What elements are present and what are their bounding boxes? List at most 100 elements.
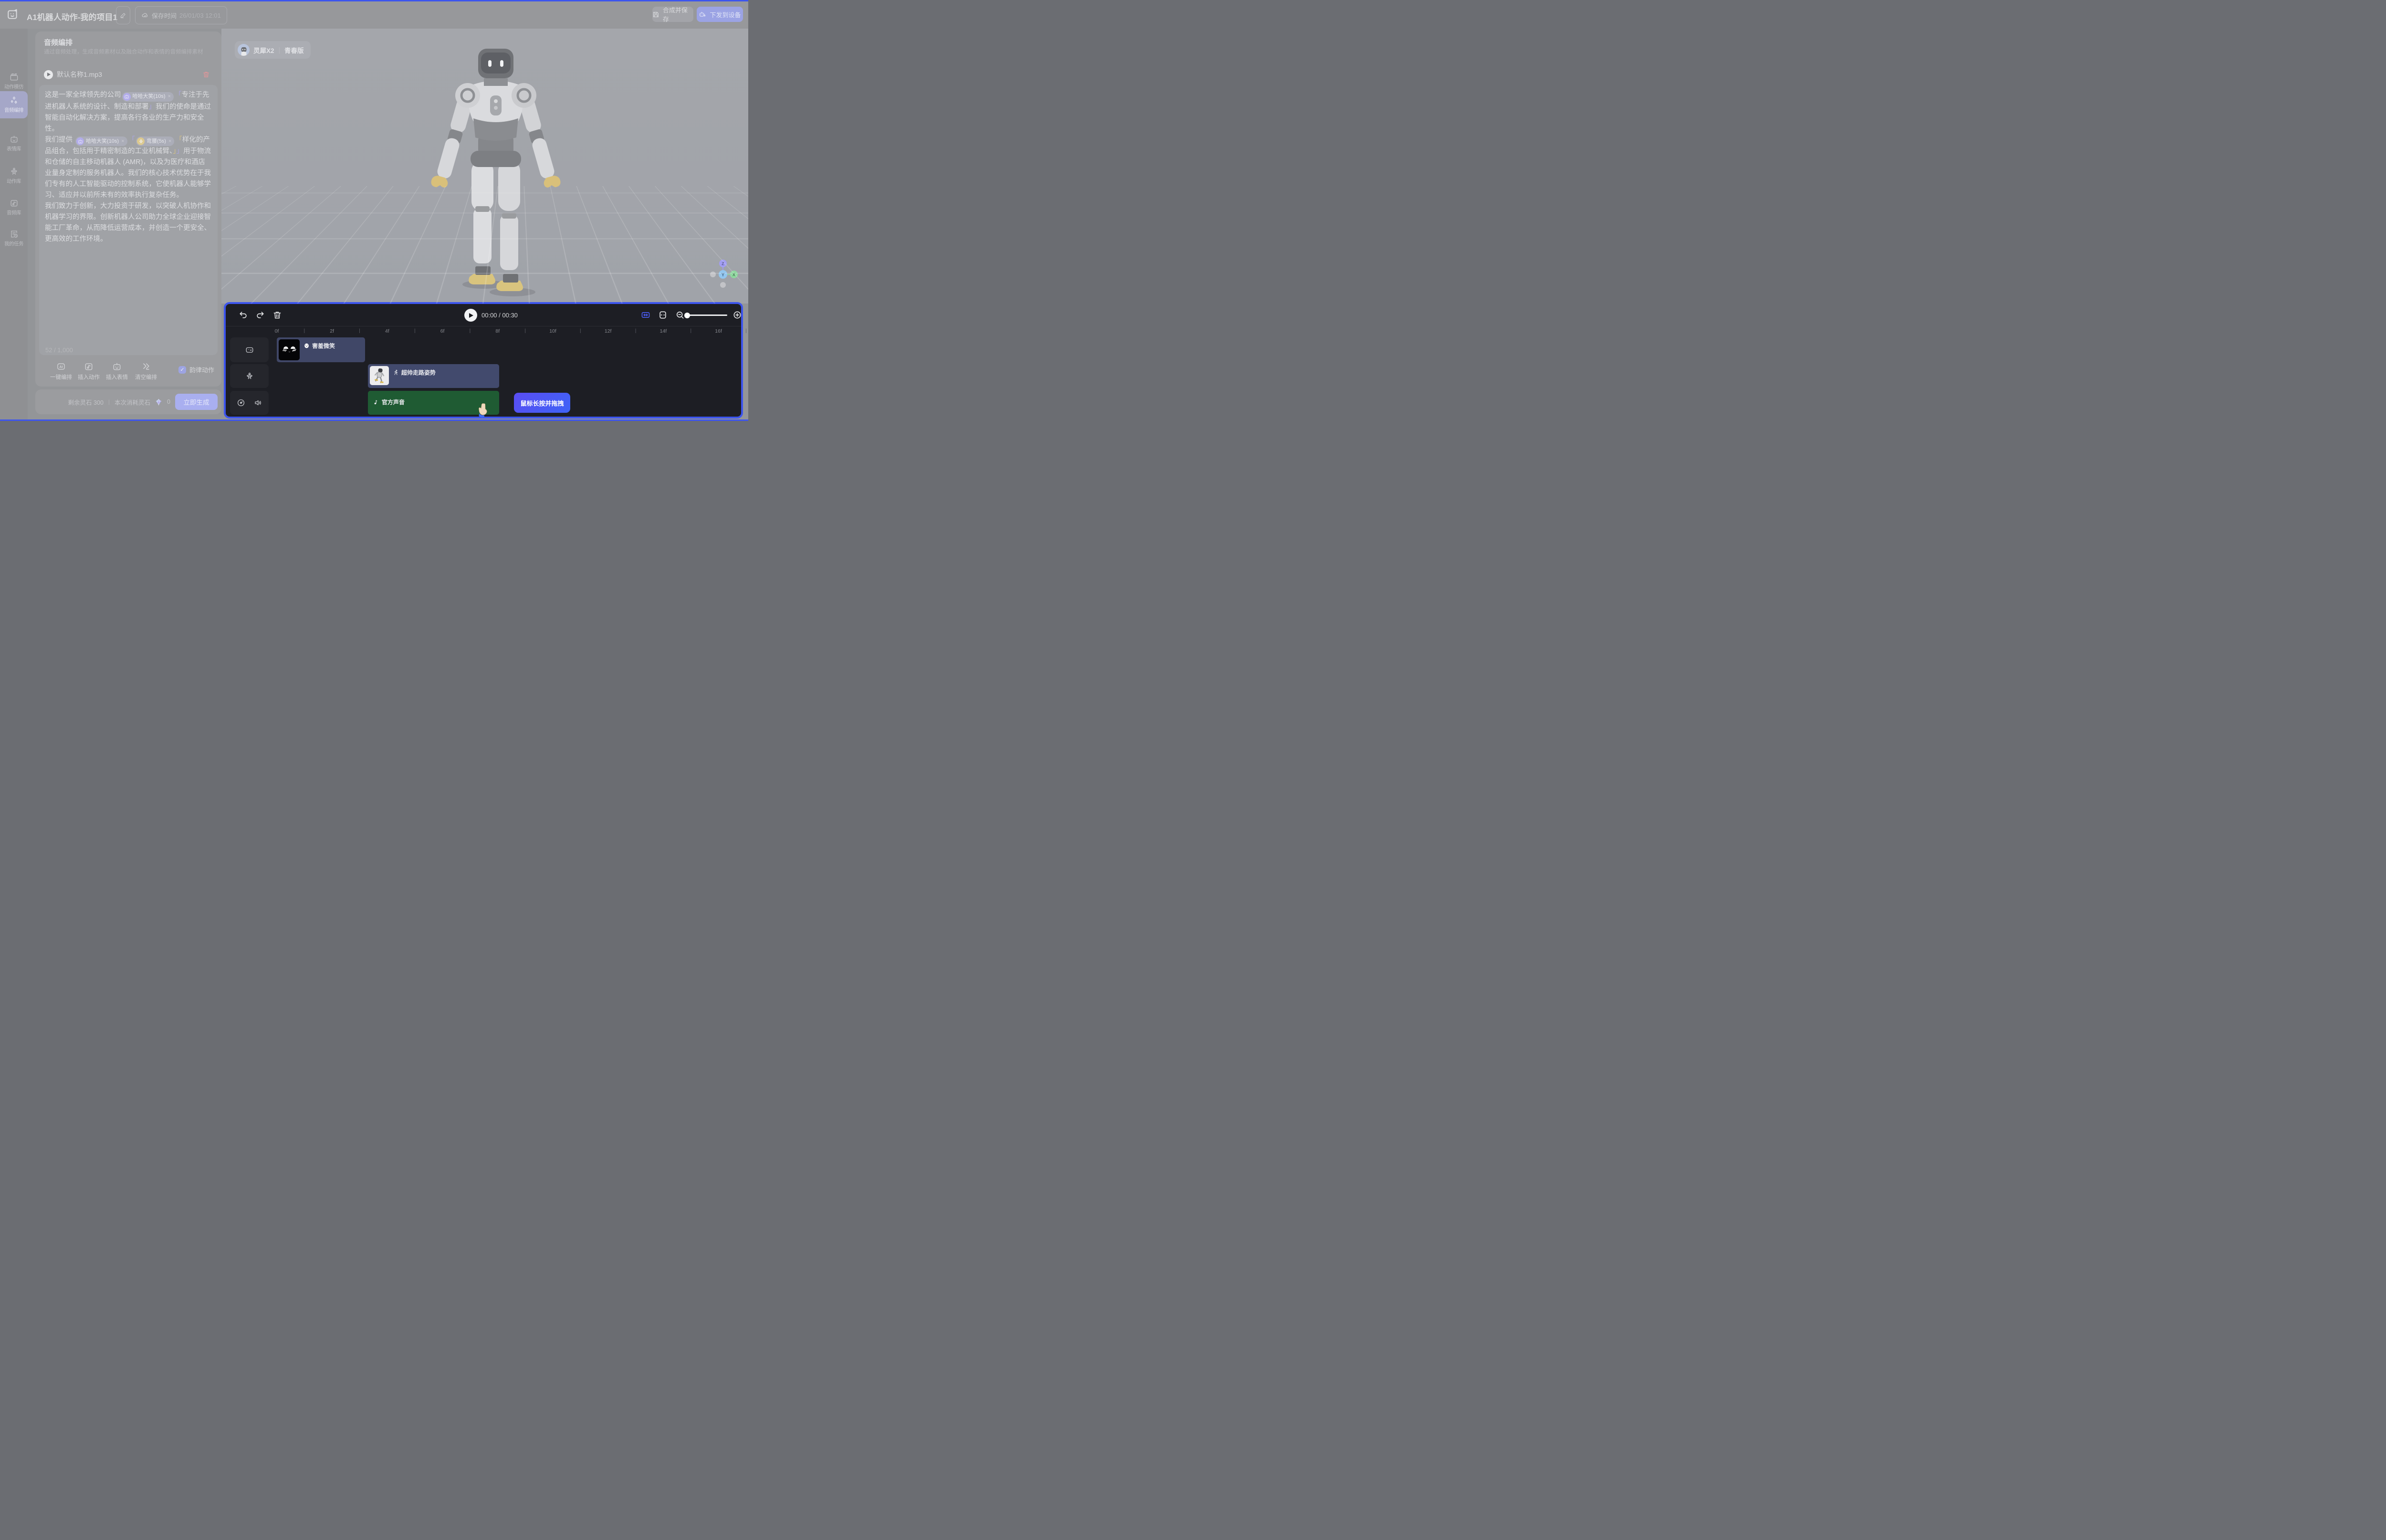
generate-label: 立即生成	[184, 397, 209, 407]
expression-clip[interactable]: 害羞微笑	[277, 337, 365, 362]
editor-action-1[interactable]: AI 一键编排	[48, 362, 74, 381]
sidebar-item-label: 动作库	[7, 178, 21, 185]
app-logo-icon	[7, 8, 19, 21]
sidebar-item-label: 音频编排	[4, 106, 23, 114]
tutorial-outline-top	[0, 0, 748, 1]
remove-tag-button[interactable]: ×	[121, 136, 124, 147]
axis-z-label: Z	[722, 262, 724, 266]
editor-action-2[interactable]: 插入动作	[75, 362, 102, 381]
remove-tag-button[interactable]: ×	[168, 91, 171, 102]
robot-3d-model[interactable]	[422, 42, 570, 300]
drag-tooltip: 鼠标长按并拖拽	[514, 393, 570, 413]
remove-tag-button[interactable]: ×	[168, 136, 171, 147]
generate-now-button[interactable]: 立即生成	[175, 394, 218, 410]
footer-divider: |	[108, 398, 110, 405]
character-edition: 青春版	[284, 47, 304, 54]
sidebar-item-label: 表情库	[7, 145, 21, 152]
save-time-label: 保存时间	[152, 11, 177, 20]
sidebar-nav: 动作模仿音频编排表情库动作库音频库我的任务	[0, 29, 28, 421]
clips-layer: 害羞微笑超帅走路姿势官方声音	[226, 304, 741, 417]
character-divider: ｜	[276, 47, 283, 54]
running-person-icon	[393, 369, 399, 376]
delete-audio-button[interactable]	[202, 71, 210, 78]
panel-subtitle: 通过音频处理，生成音频素材以及融合动作和表情的音频编排素材	[44, 48, 216, 55]
save-icon	[652, 11, 659, 18]
generate-footer: 剩余灵石 300 | 本次消耗灵石 0 立即生成	[35, 389, 221, 414]
viewport-3d[interactable]: 灵犀X2｜青春版 Z Y X	[221, 29, 748, 304]
audio-file-item[interactable]: 默认名称1.mp3	[44, 69, 214, 80]
action-label: 一键编排	[50, 373, 72, 381]
cost-gems-label: 本次消耗灵石	[115, 398, 150, 407]
sparkles-icon	[10, 96, 19, 105]
tag-label: 哈哈大笑(10s)	[86, 136, 119, 147]
sidebar-item-label: 我的任务	[4, 240, 23, 247]
tag-label: 哈哈大笑(10s)	[133, 91, 166, 102]
action-label: 插入动作	[78, 373, 100, 381]
tag-label: 弯腰(5s)	[147, 136, 166, 147]
sidebar-item-6[interactable]: 我的任务	[0, 226, 28, 251]
tutorial-outline-bottom	[0, 419, 748, 421]
character-chip[interactable]: 灵犀X2｜青春版	[235, 41, 311, 59]
ai-box-icon: AI	[56, 362, 66, 371]
project-title: A1机器人动作-我的项目1	[27, 10, 117, 22]
drag-tooltip-text: 鼠标长按并拖拽	[520, 398, 564, 408]
rhythm-motion-toggle[interactable]: ✓ 韵律动作	[178, 365, 214, 374]
checkbox-checked-icon[interactable]: ✓	[178, 366, 186, 374]
play-icon	[47, 73, 51, 76]
sidebar-item-2[interactable]: 音频编排	[0, 91, 28, 118]
editor-action-3[interactable]: 插入表情	[104, 362, 130, 381]
sidebar-item-5[interactable]: 音频库	[0, 195, 28, 220]
action-bracket: 「	[175, 136, 182, 144]
remaining-gems-label: 剩余灵石	[68, 399, 92, 406]
timeline-panel: 00:00 / 00:30 0f|2f|4f|6f|8f|10f|12f|14f…	[224, 302, 743, 419]
synthesize-save-button[interactable]: 合成并保存	[652, 7, 693, 22]
save-status: 保存时间 26/01/03 12:01	[135, 6, 227, 24]
action-label: 插入表情	[106, 373, 128, 381]
rename-project-button[interactable]	[116, 6, 130, 24]
character-avatar	[238, 44, 250, 56]
sidebar-item-1[interactable]: 动作模仿	[0, 69, 28, 94]
expression-tag-icon	[123, 93, 131, 101]
app-window: A1机器人动作-我的项目1 保存时间 26/01/03 12:01 合成并保存 …	[0, 0, 748, 421]
pencil-icon	[120, 12, 126, 19]
script-text: 我们致力于创新，大力投资于研发，以突破人机协作和机器学习的界限。创新机器人公司助…	[45, 202, 211, 243]
action-tag-icon	[137, 137, 145, 145]
music-note-icon	[373, 399, 379, 405]
script-editor[interactable]: 这是一家全球领先的公司哈哈大笑(10s)×「专注于先进机器人系统的设计、制造和部…	[39, 85, 218, 355]
axis-x-label: X	[733, 272, 735, 277]
synthesize-save-label: 合成并保存	[663, 5, 693, 23]
remaining-gems-value: 300	[94, 399, 104, 406]
expression-tag[interactable]: 哈哈大笑(10s)×	[75, 136, 127, 146]
svg-text:AI: AI	[59, 365, 63, 369]
trash-icon	[202, 71, 210, 78]
sidebar-item-label: 动作模仿	[4, 83, 23, 90]
clip-label-row: 害羞微笑	[303, 342, 335, 350]
script-text: 用于物流和仓储的自主移动机器人 (AMR)，以及为医疗和酒店业量身定制的服务机器…	[45, 147, 211, 199]
expression-thumbnail	[279, 339, 300, 360]
editor-action-4[interactable]: 清空编排	[133, 362, 159, 381]
music-box-icon	[10, 199, 19, 208]
action-bracket: 」	[173, 147, 176, 155]
clip-label-row: 超帅走路姿势	[393, 368, 436, 377]
clear-icon	[141, 362, 151, 371]
action-tag[interactable]: 弯腰(5s)×	[136, 136, 174, 146]
sidebar-item-4[interactable]: 动作库	[0, 163, 28, 188]
expression-bracket: 「	[175, 91, 182, 99]
axis-gizmo[interactable]: Z Y X	[706, 258, 740, 291]
expression-tag[interactable]: 哈哈大笑(10s)×	[122, 92, 174, 102]
deploy-to-device-button[interactable]: 下发到设备	[697, 7, 743, 22]
expression-tag-icon	[76, 137, 84, 145]
cloud-check-icon	[141, 11, 149, 19]
action-clip[interactable]: 超帅走路姿势	[368, 364, 499, 388]
gem-icon	[155, 398, 162, 406]
expression-bracket: 」	[177, 147, 184, 155]
clip-label: 害羞微笑	[312, 342, 335, 350]
char-counter: 52 / 1,000	[45, 346, 73, 354]
play-audio-button[interactable]	[44, 70, 53, 79]
axis-y-label: Y	[722, 272, 725, 278]
action-thumbnail	[370, 366, 389, 385]
rhythm-label: 韵律动作	[189, 365, 214, 374]
clapperboard-icon	[10, 73, 19, 82]
deploy-label: 下发到设备	[710, 10, 741, 19]
sidebar-item-3[interactable]: 表情库	[0, 131, 28, 156]
